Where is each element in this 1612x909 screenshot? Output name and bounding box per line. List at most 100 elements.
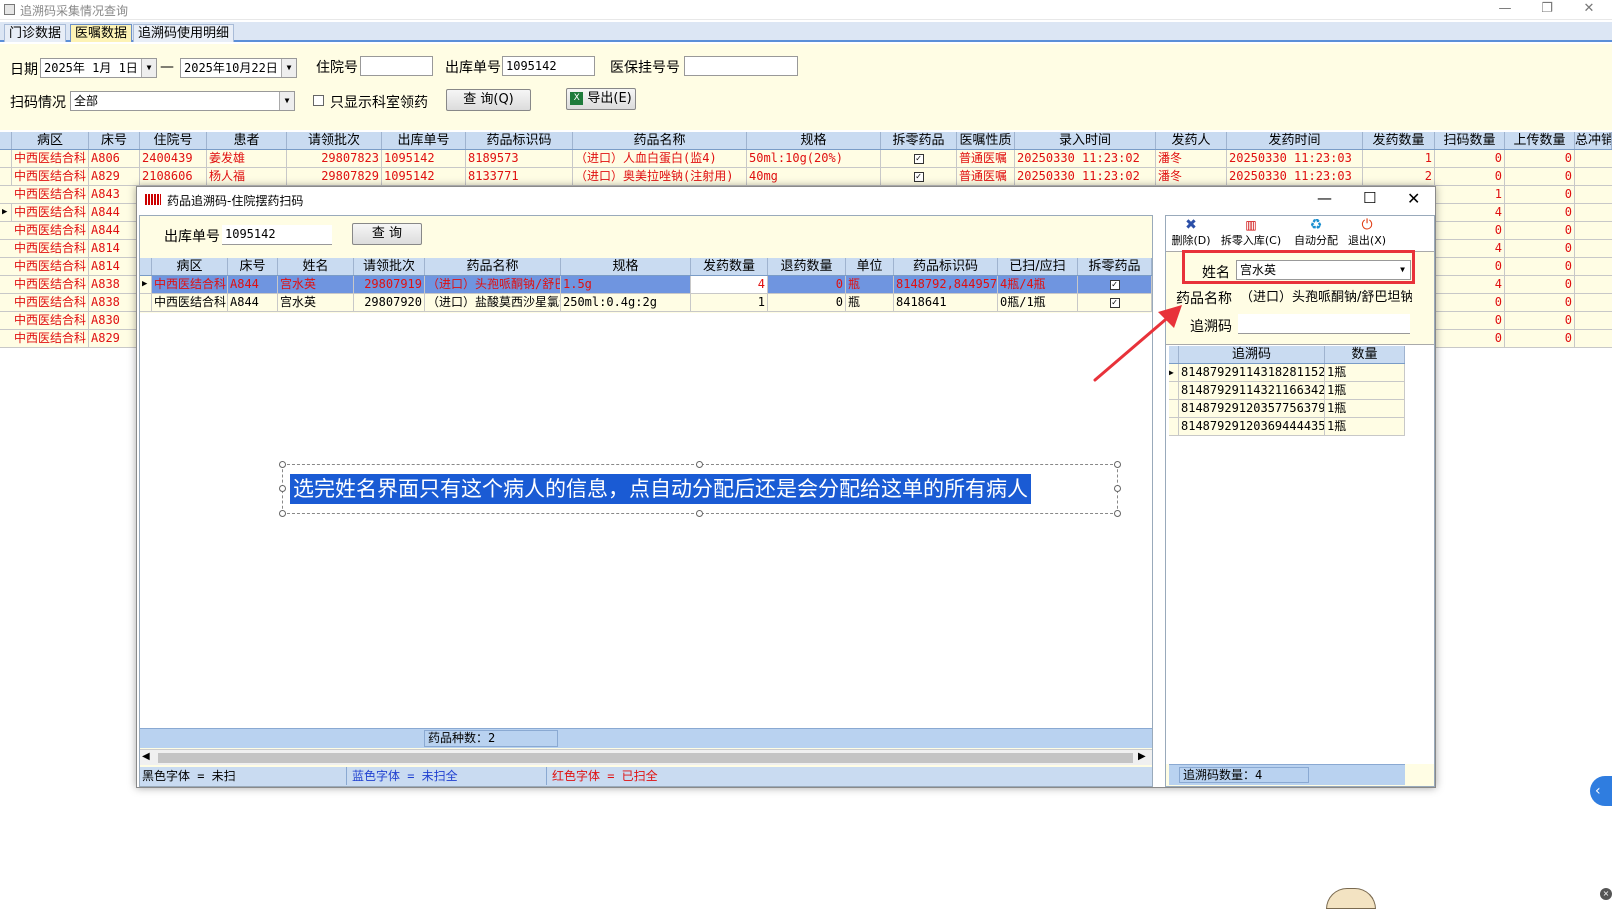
col-drug-id[interactable]: 药品标识码: [466, 132, 573, 149]
col-spec[interactable]: 规格: [561, 258, 691, 275]
split-stock-button[interactable]: ▥ 拆零入库(C): [1218, 218, 1284, 248]
cell-upload-qty: 0: [1505, 186, 1575, 203]
resize-handle[interactable]: [279, 461, 286, 468]
col-upload-qty[interactable]: 上传数量: [1505, 132, 1575, 149]
resize-handle[interactable]: [279, 485, 286, 492]
col-return-qty[interactable]: 退药数量: [768, 258, 846, 275]
exit-label: 退出(X): [1347, 234, 1387, 247]
split-checkbox[interactable]: ✓: [913, 171, 924, 182]
col-inpatient[interactable]: 住院号: [140, 132, 207, 149]
dialog-close-icon[interactable]: ✕: [1407, 189, 1420, 208]
chevron-down-icon[interactable]: ▼: [279, 92, 294, 110]
col-outbound[interactable]: 出库单号: [382, 132, 466, 149]
exit-button[interactable]: ⏻ 退出(X): [1346, 218, 1388, 248]
dialog-table-header: 病区 床号 姓名 请领批次 药品名称 规格 发药数量 退药数量 单位 药品标识码…: [140, 258, 1152, 276]
col-entry-time[interactable]: 录入时间: [1015, 132, 1156, 149]
close-icon[interactable]: ✕: [1569, 0, 1609, 20]
table-row[interactable]: 中西医结合科 A844 宫水英 29807920 （进口）盐酸莫西沙星氯化钠注射…: [140, 294, 1152, 312]
col-scanned[interactable]: 已扫/应扫: [998, 258, 1078, 275]
col-unit[interactable]: 单位: [846, 258, 894, 275]
resize-handle[interactable]: [696, 461, 703, 468]
col-trace-code[interactable]: 追溯码: [1179, 346, 1325, 363]
tab-outpatient[interactable]: 门诊数据: [4, 24, 67, 42]
dialog-query-button[interactable]: 查 询: [352, 223, 422, 245]
col-drug-name[interactable]: 药品名称: [425, 258, 561, 275]
col-total-writeoff[interactable]: 总冲销: [1575, 132, 1612, 149]
export-button[interactable]: X 导出(E): [566, 88, 636, 110]
auto-assign-button[interactable]: ♻ 自动分配: [1290, 218, 1342, 248]
col-batch[interactable]: 请领批次: [287, 132, 382, 149]
col-bed[interactable]: 床号: [228, 258, 278, 275]
close-circle-icon[interactable]: ×: [1600, 888, 1612, 900]
dialog-maximize-icon[interactable]: ☐: [1363, 189, 1376, 207]
scroll-right-icon[interactable]: ▶: [1138, 751, 1146, 762]
dialog-title: 药品追溯码-住院摆药扫码: [167, 194, 304, 208]
col-spec[interactable]: 规格: [747, 132, 881, 149]
trace-row[interactable]: 81487929120357756379 1瓶: [1169, 400, 1405, 418]
col-nature[interactable]: 医嘱性质: [957, 132, 1015, 149]
col-patient[interactable]: 患者: [207, 132, 287, 149]
col-drug-id[interactable]: 药品标识码: [894, 258, 998, 275]
dialog-minimize-icon[interactable]: —: [1317, 189, 1332, 207]
cell-qty[interactable]: 4: [691, 276, 768, 293]
minimize-icon[interactable]: —: [1485, 0, 1525, 20]
trace-row[interactable]: ▶ 81487929114318281152 1瓶: [1169, 364, 1405, 382]
table-row[interactable]: 中西医结合科 A806 2400439 姜发雄 29807823 1095142…: [0, 150, 1612, 168]
col-split[interactable]: 拆零药品: [881, 132, 957, 149]
outbound-no-input[interactable]: 1095142: [502, 56, 595, 76]
col-scan-qty[interactable]: 扫码数量: [1435, 132, 1505, 149]
trace-row[interactable]: 81487929114321166342 1瓶: [1169, 382, 1405, 400]
dept-only-checkbox[interactable]: [313, 95, 324, 106]
split-checkbox[interactable]: ✓: [1109, 279, 1120, 290]
col-drug-name[interactable]: 药品名称: [573, 132, 747, 149]
cell-drug-id: 8418641: [894, 294, 998, 311]
horizontal-scrollbar[interactable]: ◀ ▶: [140, 749, 1152, 765]
dialog-titlebar: 药品追溯码-住院摆药扫码 — ☐ ✕: [137, 187, 1435, 213]
inpatient-no-input[interactable]: [360, 56, 433, 76]
col-dispense-time[interactable]: 发药时间: [1227, 132, 1363, 149]
tab-trace-detail[interactable]: 追溯码使用明细: [133, 24, 235, 42]
col-qty[interactable]: 发药数量: [1363, 132, 1435, 149]
col-bed[interactable]: 床号: [89, 132, 140, 149]
cell-inpatient: 2400439: [140, 150, 207, 167]
window-title: 追溯码采集情况查询: [20, 4, 129, 18]
cell-spec: 40mg: [747, 168, 881, 185]
resize-handle[interactable]: [279, 510, 286, 517]
scroll-left-icon[interactable]: ◀: [142, 751, 150, 762]
split-checkbox[interactable]: ✓: [913, 153, 924, 164]
col-ward[interactable]: 病区: [12, 132, 89, 149]
cell-spec: 1.5g: [561, 276, 691, 293]
chevron-down-icon[interactable]: ▼: [141, 59, 156, 77]
insurance-no-input[interactable]: [684, 56, 798, 76]
table-row[interactable]: 中西医结合科 A829 2108606 杨人福 29807829 1095142…: [0, 168, 1612, 186]
cell-bed: A830: [89, 312, 140, 329]
cell-ward: 中西医结合科: [12, 204, 89, 221]
col-dispenser[interactable]: 发药人: [1156, 132, 1227, 149]
resize-handle[interactable]: [696, 510, 703, 517]
dialog-outbound-input[interactable]: 1095142: [222, 225, 332, 245]
col-qty[interactable]: 发药数量: [691, 258, 768, 275]
col-ward[interactable]: 病区: [152, 258, 228, 275]
resize-handle[interactable]: [1114, 510, 1121, 517]
col-name[interactable]: 姓名: [278, 258, 354, 275]
col-split[interactable]: 拆零药品: [1078, 258, 1152, 275]
trace-row[interactable]: 81487929120369444435 1瓶: [1169, 418, 1405, 436]
tab-orders[interactable]: 医嘱数据: [70, 24, 133, 42]
delete-label: 删除(D): [1171, 234, 1211, 247]
col-batch[interactable]: 请领批次: [354, 258, 425, 275]
delete-button[interactable]: ✖ 删除(D): [1170, 218, 1212, 248]
scan-status-select[interactable]: 全部 ▼: [70, 91, 295, 111]
table-row-selected[interactable]: ▶ 中西医结合科 A844 宫水英 29807919 （进口）头孢哌酮钠/舒巴坦…: [140, 276, 1152, 294]
query-button[interactable]: 查 询(Q): [446, 89, 531, 111]
resize-handle[interactable]: [1114, 485, 1121, 492]
scroll-thumb[interactable]: [158, 753, 1133, 763]
restore-icon[interactable]: ❐: [1527, 0, 1567, 20]
date-from-picker[interactable]: 2025年 1月 1日 ▼: [40, 58, 157, 78]
trace-code-input[interactable]: [1238, 314, 1410, 334]
date-to-picker[interactable]: 2025年10月22日 ▼: [180, 58, 297, 78]
cell-upload-qty: 0: [1505, 276, 1575, 293]
col-trace-qty[interactable]: 数量: [1325, 346, 1405, 363]
resize-handle[interactable]: [1114, 461, 1121, 468]
side-expand-icon[interactable]: ‹: [1590, 776, 1612, 806]
chevron-down-icon[interactable]: ▼: [281, 59, 296, 77]
